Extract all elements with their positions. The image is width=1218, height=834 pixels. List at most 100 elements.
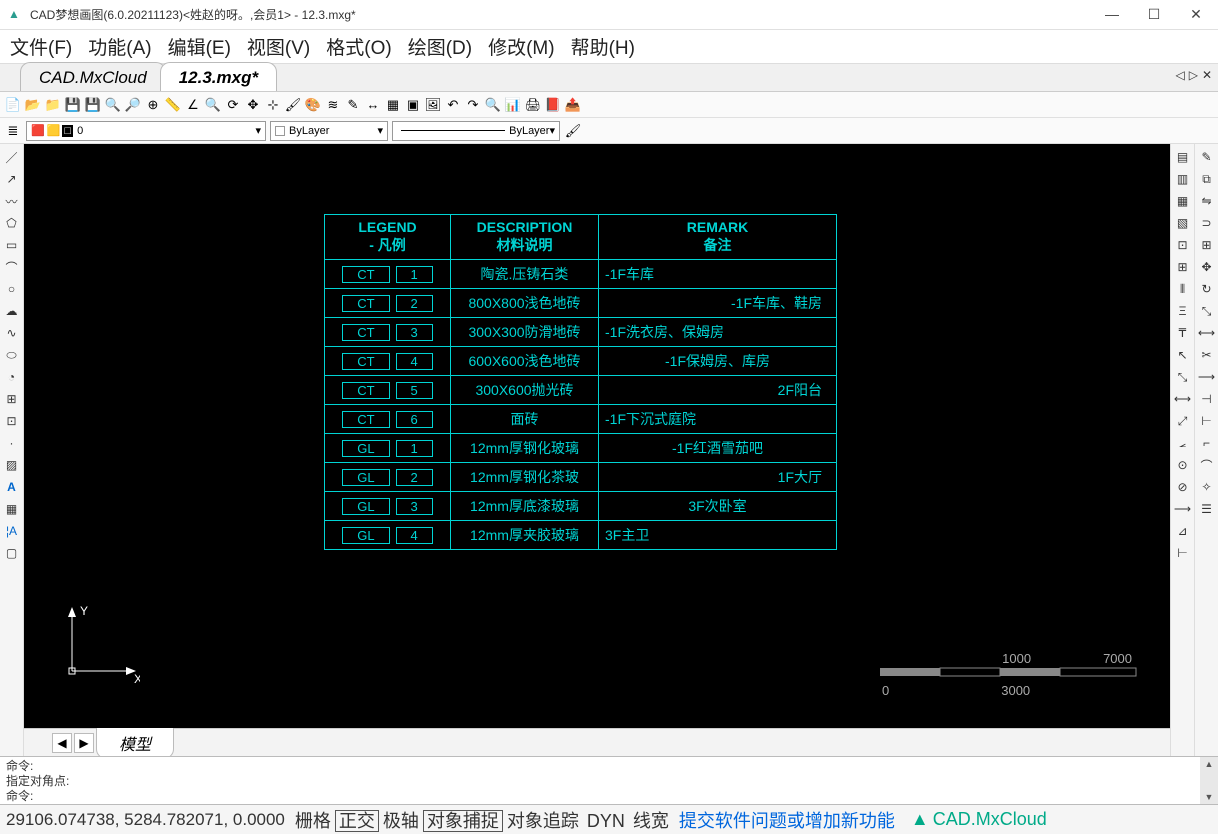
- status-toggle-栅格[interactable]: 栅格: [291, 810, 335, 832]
- menu-edit[interactable]: 编辑(E): [168, 33, 231, 60]
- menu-view[interactable]: 视图(V): [247, 33, 310, 60]
- break-icon[interactable]: ⊣: [1198, 390, 1216, 408]
- dim-baseline-icon[interactable]: ⊿: [1174, 522, 1192, 540]
- dim-diameter-icon[interactable]: ⊘: [1174, 478, 1192, 496]
- color-selector[interactable]: ByLayer ▾: [270, 121, 388, 141]
- palette-icon[interactable]: 🎨: [304, 96, 322, 114]
- layer-off-icon[interactable]: ▦: [1174, 192, 1192, 210]
- chamfer-icon[interactable]: ⌐: [1198, 434, 1216, 452]
- save-icon[interactable]: 💾: [64, 96, 82, 114]
- status-toggle-正交[interactable]: 正交: [335, 810, 379, 832]
- scale-icon[interactable]: ⤡: [1198, 302, 1216, 320]
- layer-on-icon[interactable]: ▧: [1174, 214, 1192, 232]
- status-toggle-对象追踪[interactable]: 对象追踪: [503, 810, 583, 832]
- redo-icon[interactable]: ↷: [464, 96, 482, 114]
- dim-linear-icon[interactable]: ⟷: [1174, 390, 1192, 408]
- chart-icon[interactable]: 📊: [504, 96, 522, 114]
- tab-nav-left-icon[interactable]: ◀: [52, 733, 72, 753]
- stretch-icon[interactable]: ⟷: [1198, 324, 1216, 342]
- linetype-selector[interactable]: ByLayer ▾: [392, 121, 560, 141]
- dim-aligned-icon[interactable]: ⤢: [1174, 412, 1192, 430]
- image-icon[interactable]: 🖼: [424, 96, 442, 114]
- menu-help[interactable]: 帮助(H): [571, 33, 635, 60]
- menu-function[interactable]: 功能(A): [88, 33, 151, 60]
- open-cloud-icon[interactable]: 📁: [44, 96, 62, 114]
- layer-iso-icon[interactable]: ▥: [1174, 170, 1192, 188]
- hatch-icon[interactable]: ▨: [3, 456, 21, 474]
- dim-radius-icon[interactable]: ⊙: [1174, 456, 1192, 474]
- align-icon[interactable]: ⫴: [1174, 280, 1192, 298]
- extents-icon[interactable]: ⊡: [1174, 236, 1192, 254]
- make-block-icon[interactable]: ⊡: [3, 412, 21, 430]
- copy-layer-icon[interactable]: ▤: [1174, 148, 1192, 166]
- match-prop-icon[interactable]: 🖌: [564, 122, 582, 140]
- status-toggle-对象捕捉[interactable]: 对象捕捉: [423, 810, 503, 832]
- grid-icon[interactable]: ⊞: [1174, 258, 1192, 276]
- tab-cloud[interactable]: CAD.MxCloud: [20, 62, 166, 91]
- status-toggle-DYN[interactable]: DYN: [583, 810, 629, 832]
- revcloud-icon[interactable]: ☁: [3, 302, 21, 320]
- regen-icon[interactable]: ⟳: [224, 96, 242, 114]
- minimize-button[interactable]: —: [1098, 6, 1126, 23]
- mtext-icon[interactable]: ¦A: [3, 522, 21, 540]
- block-icon[interactable]: ▣: [404, 96, 422, 114]
- tab-next-icon[interactable]: ▷: [1189, 68, 1198, 82]
- pan-icon[interactable]: ✥: [244, 96, 262, 114]
- new-icon[interactable]: 📄: [4, 96, 22, 114]
- trim-icon[interactable]: ✂: [1198, 346, 1216, 364]
- command-scrollbar[interactable]: ▲▼: [1200, 757, 1218, 804]
- xline-icon[interactable]: ↗: [3, 170, 21, 188]
- extend-icon[interactable]: ⟶: [1198, 368, 1216, 386]
- dim-continue-icon[interactable]: ⟶: [1174, 500, 1192, 518]
- brush-icon[interactable]: 🖌: [284, 96, 302, 114]
- erase-icon[interactable]: ✎: [1198, 148, 1216, 166]
- move-icon[interactable]: ✥: [1198, 258, 1216, 276]
- properties-icon[interactable]: ☰: [1198, 500, 1216, 518]
- table-icon[interactable]: ▦: [384, 96, 402, 114]
- tab-prev-icon[interactable]: ◁: [1175, 68, 1184, 82]
- status-toggle-线宽[interactable]: 线宽: [629, 810, 673, 832]
- pick-icon[interactable]: ⊹: [264, 96, 282, 114]
- mirror-icon[interactable]: ⇋: [1198, 192, 1216, 210]
- menu-file[interactable]: 文件(F): [10, 33, 72, 60]
- find-icon[interactable]: 🔍: [484, 96, 502, 114]
- zoom-window-icon[interactable]: 🔍: [104, 96, 122, 114]
- measure-icon[interactable]: 📏: [164, 96, 182, 114]
- maximize-button[interactable]: ☐: [1140, 6, 1168, 23]
- pdf-icon[interactable]: 📕: [544, 96, 562, 114]
- layer-selector[interactable]: 🟥 🟨 □ 0 ▾: [26, 121, 266, 141]
- arc-icon[interactable]: ⌒: [3, 258, 21, 276]
- rotate-text-icon[interactable]: ⤡: [1174, 368, 1192, 386]
- feedback-link[interactable]: 提交软件问题或增加新功能: [679, 807, 895, 833]
- tab-current[interactable]: 12.3.mxg*: [160, 62, 277, 91]
- table-draw-icon[interactable]: ▦: [3, 500, 21, 518]
- menu-draw[interactable]: 绘图(D): [408, 33, 472, 60]
- leader-icon[interactable]: ↖: [1174, 346, 1192, 364]
- tab-close-icon[interactable]: ✕: [1202, 68, 1212, 82]
- text-icon[interactable]: A: [3, 478, 21, 496]
- menu-format[interactable]: 格式(O): [326, 33, 391, 60]
- point-icon[interactable]: ·: [3, 434, 21, 452]
- layer-manager-icon[interactable]: ≣: [4, 122, 22, 140]
- distribute-icon[interactable]: Ξ: [1174, 302, 1192, 320]
- close-button[interactable]: ✕: [1182, 6, 1210, 23]
- copy-icon[interactable]: ⧉: [1198, 170, 1216, 188]
- model-tab[interactable]: 模型: [96, 727, 174, 757]
- layers-icon[interactable]: ≋: [324, 96, 342, 114]
- drawing-canvas[interactable]: LEGEND- 凡例 DESCRIPTION材料说明 REMARK备注 CT1陶…: [24, 144, 1170, 728]
- wipeout-icon[interactable]: ▢: [3, 544, 21, 562]
- line-icon[interactable]: ／: [3, 148, 21, 166]
- explode-icon[interactable]: ✧: [1198, 478, 1216, 496]
- undo-icon[interactable]: ↶: [444, 96, 462, 114]
- polyline-icon[interactable]: 〰: [3, 192, 21, 210]
- text-height-icon[interactable]: ₸: [1174, 324, 1192, 342]
- zoom-realtime-icon[interactable]: 🔍: [204, 96, 222, 114]
- dim-angular-icon[interactable]: ⦟: [1174, 434, 1192, 452]
- polygon-icon[interactable]: ⬠: [3, 214, 21, 232]
- command-history[interactable]: 命令: 指定对角点: 命令:: [0, 757, 1200, 804]
- rotate-icon[interactable]: ↻: [1198, 280, 1216, 298]
- pen-icon[interactable]: ✎: [344, 96, 362, 114]
- insert-block-icon[interactable]: ⊞: [3, 390, 21, 408]
- offset-icon[interactable]: ⊃: [1198, 214, 1216, 232]
- zoom-extents-icon[interactable]: ⊕: [144, 96, 162, 114]
